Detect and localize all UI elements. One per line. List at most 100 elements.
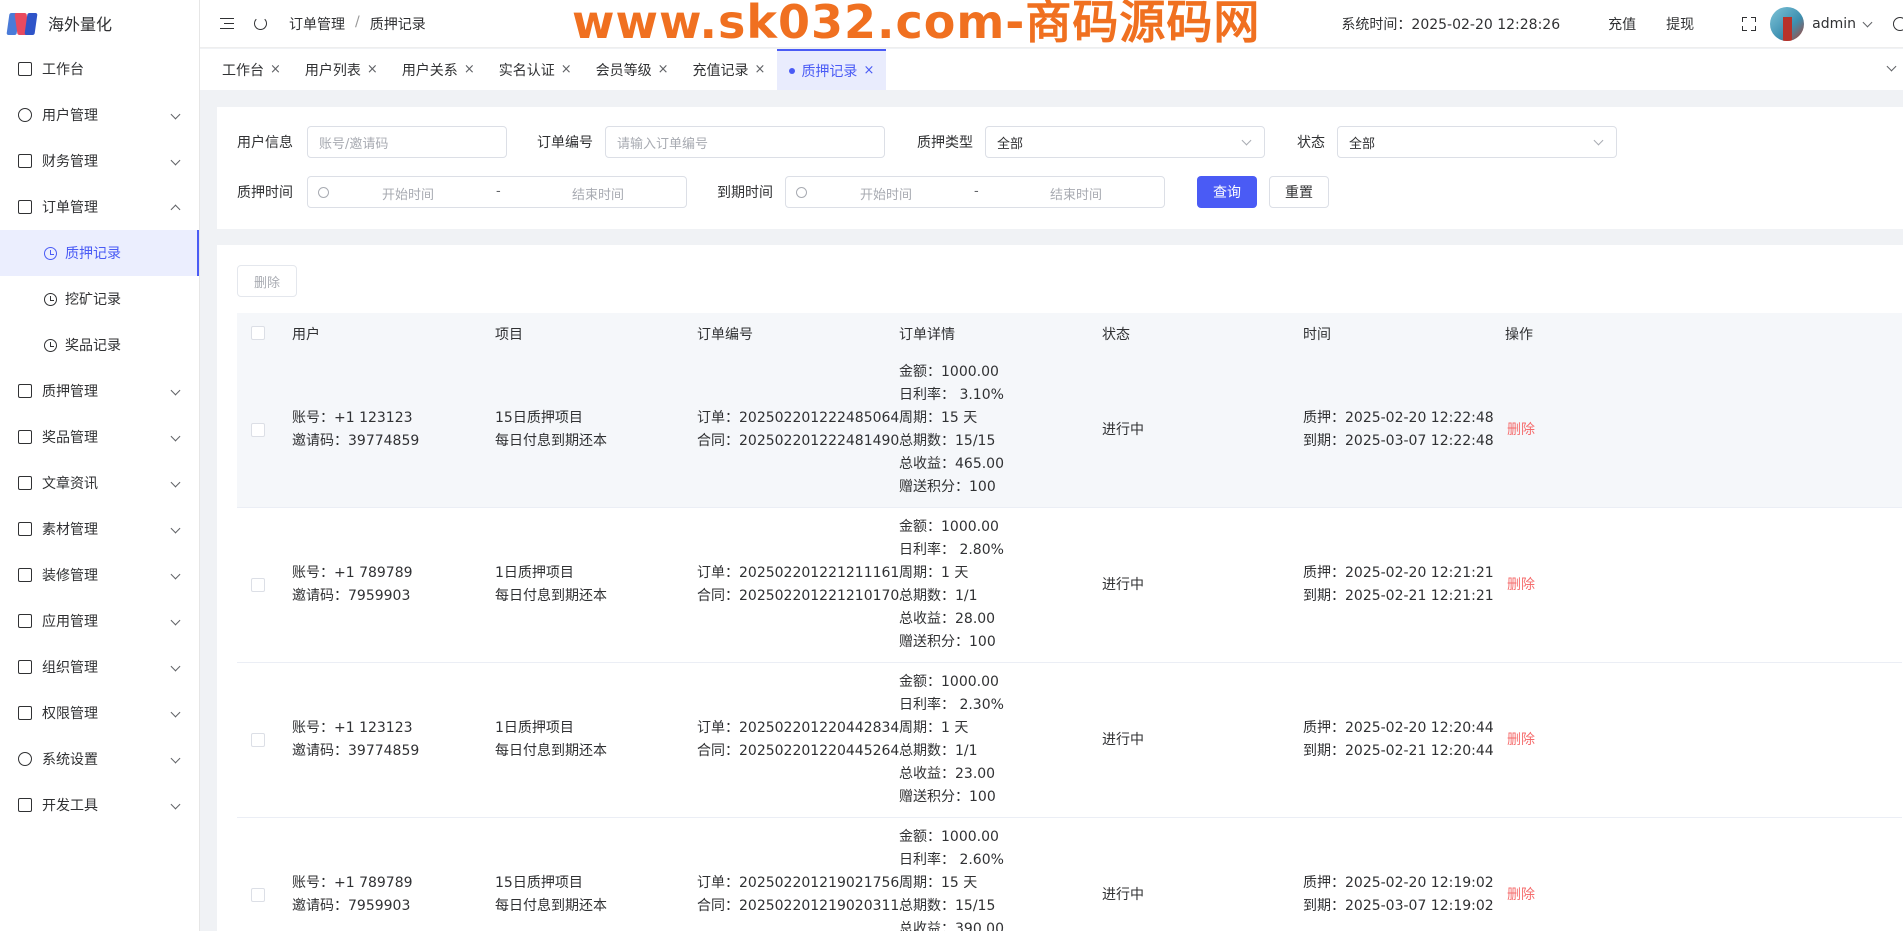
tab-5[interactable]: 充值记录 × xyxy=(681,49,778,90)
row-checkbox[interactable] xyxy=(251,578,265,592)
withdraw-link[interactable]: 提现 xyxy=(1666,14,1694,34)
time-cell-line: 到期：2025-03-07 12:22:48 xyxy=(1303,433,1494,449)
bag-icon xyxy=(18,430,32,444)
gear-icon[interactable] xyxy=(1893,17,1903,31)
tabs-dropdown-icon[interactable] xyxy=(1886,61,1897,72)
sidebar-item-12[interactable]: 系统设置 xyxy=(0,736,199,782)
sidebar-item-3[interactable]: 订单管理 xyxy=(0,184,199,230)
detail-cell: 金额：1000.00 日利率： 2.80% 周期：1 天总期数：1/1 总收益：28.… xyxy=(899,516,1004,654)
sidebar-subitem-label: 质押记录 xyxy=(65,246,121,262)
select-all-checkbox[interactable] xyxy=(251,326,265,340)
detail-cell: 金额：1000.00 日利率： 2.60% 周期：15 天总期数：15/15 总收益：… xyxy=(899,826,1004,931)
close-icon[interactable]: × xyxy=(367,62,378,77)
row-checkbox[interactable] xyxy=(251,423,265,437)
sidebar-item-label: 装修管理 xyxy=(42,568,98,584)
tab-2[interactable]: 用户关系 × xyxy=(390,49,487,90)
row-delete-link[interactable]: 删除 xyxy=(1507,574,1535,594)
row-delete-link[interactable]: 删除 xyxy=(1507,729,1535,749)
tab-4[interactable]: 会员等级 × xyxy=(584,49,681,90)
tab-6[interactable]: 质押记录 × xyxy=(777,49,887,90)
column-header: 时间 xyxy=(1303,327,1331,343)
user-info-input[interactable]: 账号/邀请码 xyxy=(307,126,507,158)
collapse-menu-icon[interactable] xyxy=(220,18,234,29)
close-icon[interactable]: × xyxy=(658,62,669,77)
pledge-time-end[interactable]: 结束时间 xyxy=(528,184,668,203)
sidebar-item-1[interactable]: 用户管理 xyxy=(0,92,199,138)
close-icon[interactable]: × xyxy=(464,62,475,77)
sidebar-item-9[interactable]: 应用管理 xyxy=(0,598,199,644)
top-header: 订单管理 / 质押记录 www.sk032.com-商码源码网 系统时间：202… xyxy=(200,0,1903,49)
table-row[interactable]: 账号：+1 789789 邀请码：7959903 15日质押项目 每日付息到期还本 订单… xyxy=(237,818,1902,931)
status-label: 状态 xyxy=(1297,135,1325,151)
message-icon xyxy=(18,476,32,490)
close-icon[interactable]: × xyxy=(561,62,572,77)
detail-cell-line: 日利率： 2.80% xyxy=(899,542,1004,558)
due-time-label: 到期时间 xyxy=(717,185,773,201)
avatar[interactable] xyxy=(1770,7,1805,41)
pledge-type-select[interactable]: 全部 xyxy=(985,126,1265,158)
sidebar-item-label: 素材管理 xyxy=(42,522,98,538)
sidebar-item-11[interactable]: 权限管理 xyxy=(0,690,199,736)
column-header: 订单编号 xyxy=(697,327,753,343)
row-checkbox[interactable] xyxy=(251,733,265,747)
user-cell-line: 账号：+1 789789 xyxy=(292,875,413,891)
table-panel: 删除 用户 项目 订单编号 订单详情 状态 时间 操作 账号：+1 123123 邀请码：39… xyxy=(217,245,1903,931)
close-icon[interactable]: × xyxy=(270,62,281,77)
tab-label: 用户关系 xyxy=(401,62,458,79)
sidebar-item-7[interactable]: 素材管理 xyxy=(0,506,199,552)
table-row[interactable]: 账号：+1 789789 邀请码：7959903 1日质押项目 每日付息到期还本 订单：… xyxy=(237,508,1902,663)
sidebar-item-8[interactable]: 装修管理 xyxy=(0,552,199,598)
due-time-start[interactable]: 开始时间 xyxy=(816,184,956,203)
due-time-range[interactable]: 开始时间 - 结束时间 xyxy=(785,176,1165,208)
project-cell: 15日质押项目 每日付息到期还本 xyxy=(495,407,607,453)
active-dot-icon xyxy=(789,67,796,74)
tab-0[interactable]: 工作台 × xyxy=(210,49,293,90)
project-cell-line: 1日质押项目 xyxy=(495,565,574,581)
refresh-icon[interactable] xyxy=(254,17,267,30)
clock-icon xyxy=(796,187,807,198)
close-icon[interactable]: × xyxy=(755,62,766,77)
sidebar-item-13[interactable]: 开发工具 xyxy=(0,782,199,828)
reset-button[interactable]: 重置 xyxy=(1269,176,1329,208)
user-cell-line: 账号：+1 123123 xyxy=(292,720,413,736)
chevron-down-icon[interactable] xyxy=(1862,17,1873,27)
sidebar-item-4[interactable]: 质押管理 xyxy=(0,368,199,414)
chevron-down-icon xyxy=(170,385,181,396)
due-time-end[interactable]: 结束时间 xyxy=(1006,184,1146,203)
user-cell-line: 邀请码：39774859 xyxy=(292,433,420,449)
app-title: 海外量化 xyxy=(48,15,113,34)
row-delete-link[interactable]: 删除 xyxy=(1507,419,1535,439)
sidebar-item-10[interactable]: 组织管理 xyxy=(0,644,199,690)
sidebar-subitem-3-1[interactable]: 挖矿记录 xyxy=(0,276,199,322)
tab-3[interactable]: 实名认证 × xyxy=(487,49,584,90)
sidebar-item-label: 工作台 xyxy=(42,62,84,78)
brush-icon xyxy=(18,568,32,582)
tab-1[interactable]: 用户列表 × xyxy=(293,49,390,90)
app-logo[interactable]: 海外量化 xyxy=(0,0,199,46)
row-checkbox[interactable] xyxy=(251,888,265,902)
delete-button[interactable]: 删除 xyxy=(237,265,297,297)
order-cell-line: 合同：202502201219020311 xyxy=(697,898,900,914)
row-delete-link[interactable]: 删除 xyxy=(1507,884,1535,904)
breadcrumb-item-order-management[interactable]: 订单管理 xyxy=(289,14,345,34)
sidebar-item-6[interactable]: 文章资讯 xyxy=(0,460,199,506)
pledge-time-range[interactable]: 开始时间 - 结束时间 xyxy=(307,176,687,208)
order-cell: 订单：202502201219021756 合同：2025022012190203… xyxy=(697,872,899,918)
query-button[interactable]: 查询 xyxy=(1197,176,1257,208)
fullscreen-icon[interactable] xyxy=(1742,17,1757,31)
recharge-link[interactable]: 充值 xyxy=(1608,14,1636,34)
sidebar-subitem-3-2[interactable]: 奖品记录 xyxy=(0,322,199,368)
sidebar-subitem-3-0[interactable]: 质押记录 xyxy=(0,230,199,276)
table-row[interactable]: 账号：+1 123123 邀请码：39774859 15日质押项目 每日付息到期还本 订… xyxy=(237,353,1902,508)
sidebar-item-label: 质押管理 xyxy=(42,384,98,400)
pledge-time-start[interactable]: 开始时间 xyxy=(338,184,478,203)
status-select[interactable]: 全部 xyxy=(1337,126,1617,158)
sidebar-item-5[interactable]: 奖品管理 xyxy=(0,414,199,460)
close-icon[interactable]: × xyxy=(863,63,874,78)
sidebar-item-2[interactable]: 财务管理 xyxy=(0,138,199,184)
sidebar-item-0[interactable]: 工作台 xyxy=(0,46,199,92)
order-no-input[interactable]: 请输入订单编号 xyxy=(605,126,885,158)
table-row[interactable]: 账号：+1 123123 邀请码：39774859 1日质押项目 每日付息到期还本 订单… xyxy=(237,663,1902,818)
username[interactable]: admin xyxy=(1812,16,1856,32)
chevron-down-icon xyxy=(170,109,181,120)
